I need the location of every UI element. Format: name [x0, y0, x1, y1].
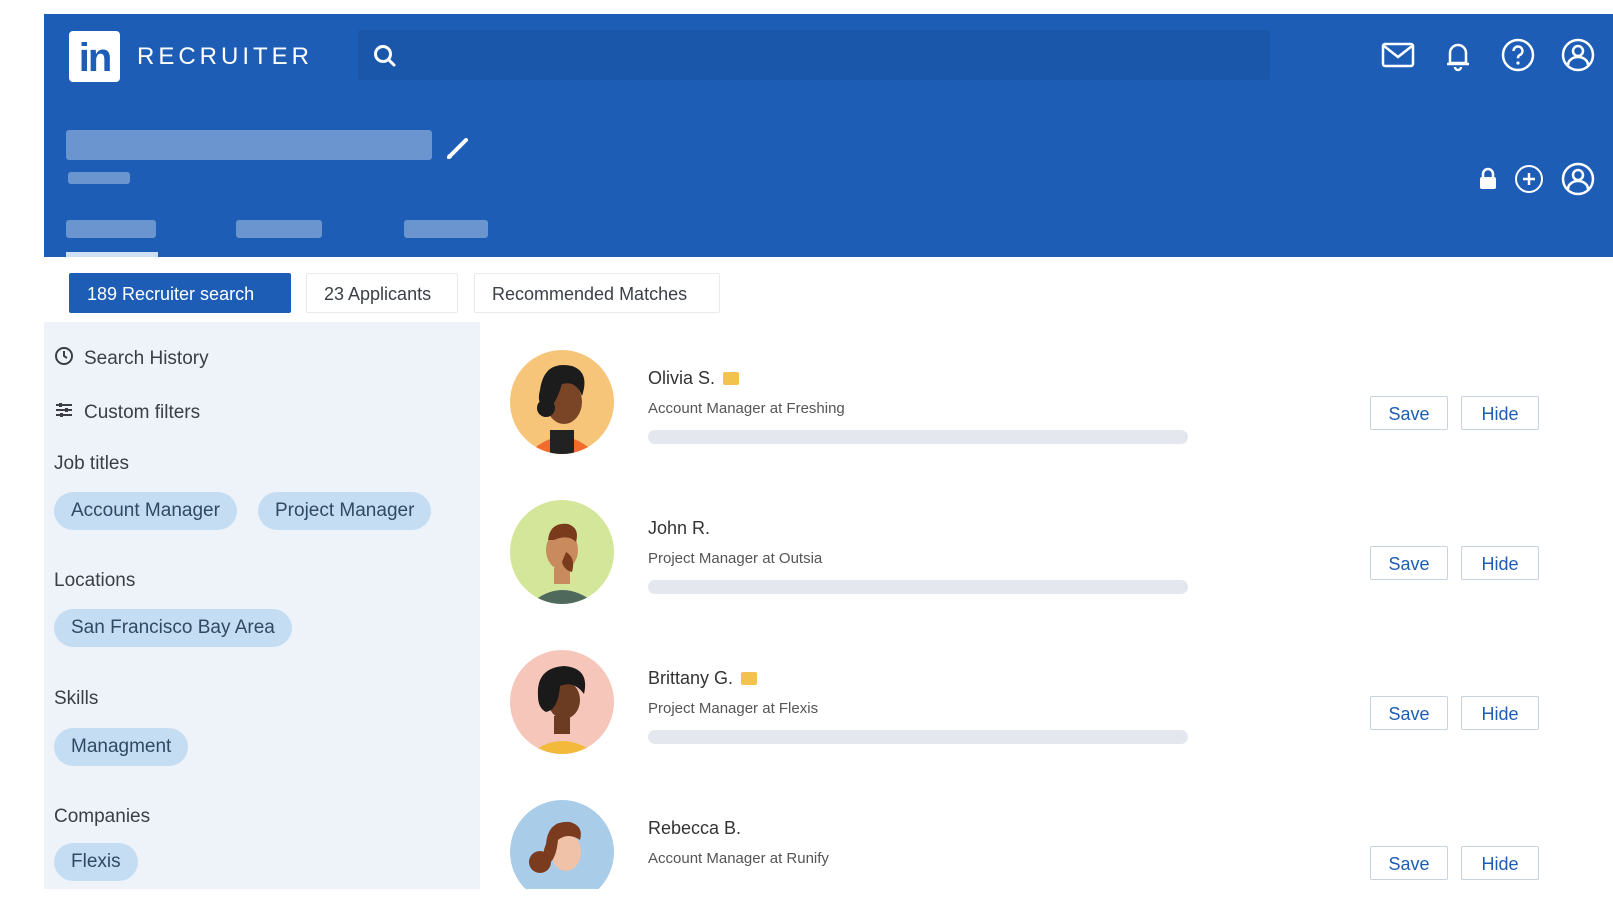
avatar[interactable]: [510, 350, 614, 454]
custom-filters-label: Custom filters: [84, 402, 201, 423]
candidate-name[interactable]: Rebecca B.: [648, 818, 741, 839]
hide-button[interactable]: Hide: [1461, 846, 1539, 880]
search-icon[interactable]: [372, 43, 398, 74]
save-button[interactable]: Save: [1370, 396, 1448, 430]
plus-circle-icon[interactable]: [1513, 163, 1545, 200]
candidate-headline: Project Manager at Flexis: [648, 700, 819, 717]
open-profile-badge-icon: [741, 672, 758, 685]
candidate-name[interactable]: Brittany G.: [648, 668, 758, 689]
tab-recruiter-search[interactable]: 189 Recruiter search: [69, 273, 291, 313]
recruiter-window: in RECRUITER 189 Recruiter search 23 App…: [44, 14, 1613, 889]
lock-icon[interactable]: [1477, 166, 1499, 197]
save-button[interactable]: Save: [1370, 696, 1448, 730]
candidate-headline: Account Manager at Runify: [648, 850, 829, 867]
filter-chip[interactable]: Flexis: [54, 843, 138, 881]
sliders-icon: [54, 400, 74, 426]
question-circle-icon[interactable]: [1499, 36, 1537, 74]
save-button[interactable]: Save: [1370, 546, 1448, 580]
bell-icon[interactable]: [1439, 36, 1477, 74]
hide-button[interactable]: Hide: [1461, 546, 1539, 580]
tab-recommended-matches[interactable]: Recommended Matches: [474, 273, 720, 313]
pencil-icon[interactable]: [444, 134, 472, 167]
avatar[interactable]: [510, 650, 614, 754]
candidate-name-text: Brittany G.: [648, 668, 734, 688]
header-tab-placeholder[interactable]: [66, 220, 156, 238]
candidate-row[interactable]: Rebecca B. Account Manager at Runify Sav…: [480, 772, 1613, 889]
candidate-details-placeholder: [648, 430, 1188, 444]
filter-chip[interactable]: Account Manager: [54, 492, 237, 530]
candidate-headline: Project Manager at Outsia: [648, 550, 823, 567]
header-actions: [1379, 36, 1597, 74]
hide-button[interactable]: Hide: [1461, 396, 1539, 430]
user-circle-icon[interactable]: [1559, 36, 1597, 74]
envelope-icon[interactable]: [1379, 36, 1417, 74]
save-button[interactable]: Save: [1370, 846, 1448, 880]
search-history-label: Search History: [84, 348, 209, 369]
avatar[interactable]: [510, 500, 614, 604]
candidate-name[interactable]: John R.: [648, 518, 710, 539]
project-subtitle-placeholder: [68, 172, 130, 184]
search-input[interactable]: [358, 30, 1270, 80]
app-header: in RECRUITER: [44, 14, 1613, 257]
open-profile-badge-icon: [723, 372, 740, 385]
active-tab-indicator: [66, 252, 158, 257]
job-titles-heading: Job titles: [54, 453, 129, 474]
candidate-row[interactable]: Brittany G. Project Manager at Flexis Sa…: [480, 622, 1613, 772]
project-title-placeholder: [66, 130, 432, 160]
candidate-name-text: Olivia S.: [648, 368, 716, 388]
project-actions: [1477, 160, 1597, 203]
candidate-headline: Account Manager at Freshing: [648, 400, 845, 417]
filter-chip[interactable]: Project Manager: [258, 492, 432, 530]
filter-chip[interactable]: Managment: [54, 728, 189, 766]
skills-heading: Skills: [54, 688, 99, 709]
candidate-details-placeholder: [648, 580, 1188, 594]
filter-sidebar: Search History Custom filters Job titles…: [44, 322, 480, 889]
candidate-details-placeholder: [648, 730, 1188, 744]
brand-name: RECRUITER: [137, 43, 314, 70]
header-tab-placeholder[interactable]: [236, 220, 322, 238]
filter-chip[interactable]: San Francisco Bay Area: [54, 609, 292, 647]
locations-heading: Locations: [54, 570, 136, 591]
candidate-name-text: John R.: [648, 518, 711, 538]
tab-applicants[interactable]: 23 Applicants: [306, 273, 458, 313]
avatar[interactable]: [510, 800, 614, 889]
candidate-name-text: Rebecca B.: [648, 818, 742, 838]
candidate-row[interactable]: John R. Project Manager at Outsia Save H…: [480, 472, 1613, 622]
candidate-row[interactable]: Olivia S. Account Manager at Freshing Sa…: [480, 322, 1613, 472]
linkedin-logo[interactable]: in: [69, 31, 120, 82]
custom-filters-link[interactable]: Custom filters: [54, 400, 200, 426]
companies-heading: Companies: [54, 806, 151, 827]
hide-button[interactable]: Hide: [1461, 696, 1539, 730]
candidate-name[interactable]: Olivia S.: [648, 368, 740, 389]
user-circle-icon[interactable]: [1559, 160, 1597, 203]
search-history-link[interactable]: Search History: [54, 346, 209, 372]
clock-icon: [54, 346, 74, 372]
header-tab-placeholder[interactable]: [404, 220, 488, 238]
candidate-list: Olivia S. Account Manager at Freshing Sa…: [480, 322, 1613, 889]
